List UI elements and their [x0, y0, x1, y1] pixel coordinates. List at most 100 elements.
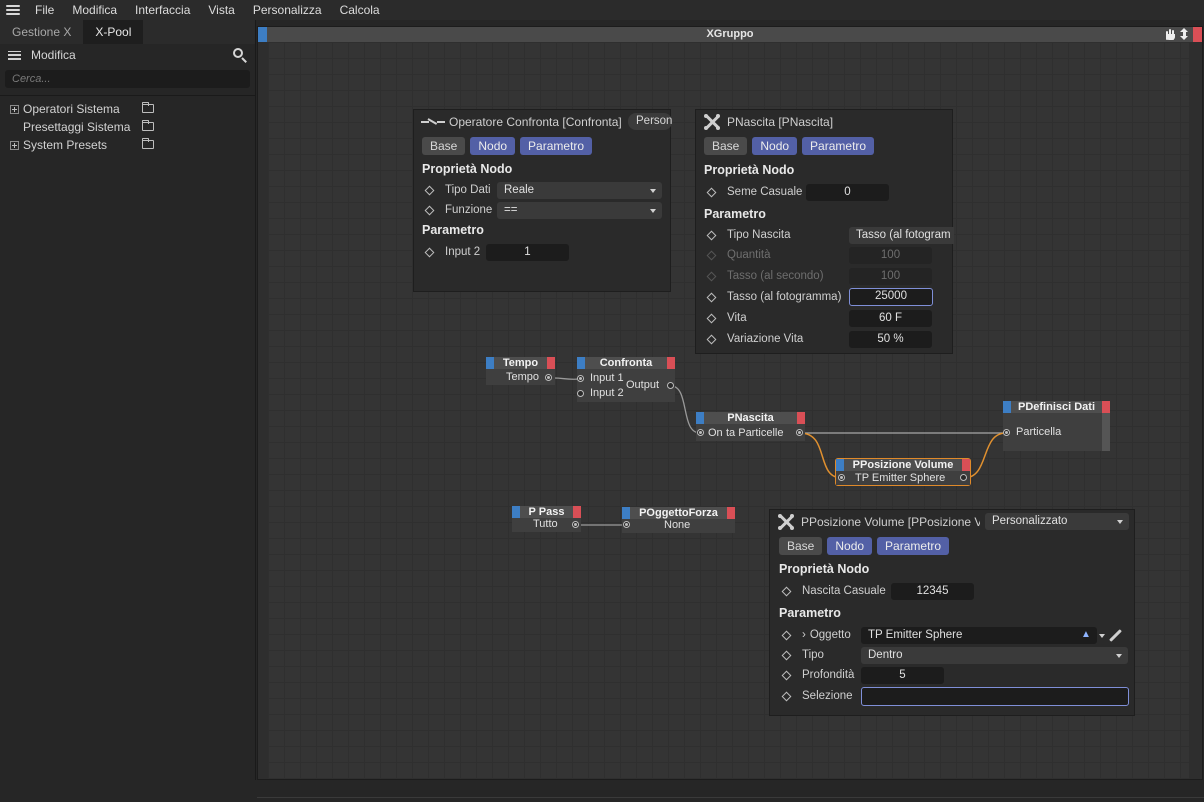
- keyframe-icon[interactable]: [706, 313, 717, 323]
- tipo-nascita-select[interactable]: Tasso (al fotogram: [849, 227, 954, 244]
- tab-base[interactable]: Base: [779, 537, 823, 555]
- menu-personalizza[interactable]: Personalizza: [244, 0, 331, 20]
- keyframe-icon: [706, 271, 717, 281]
- attribute-panel-pnascita: PNascita [PNascita] Base Nodo Parametro …: [695, 109, 954, 354]
- dropdown-arrow-icon[interactable]: [1099, 634, 1105, 638]
- node-title: Confronta: [599, 357, 653, 369]
- panel-menu-icon[interactable]: [8, 50, 21, 60]
- tab-base[interactable]: Base: [704, 137, 748, 155]
- vertical-scrollbar[interactable]: [1189, 42, 1202, 779]
- tipo-select[interactable]: Dentro: [861, 647, 1128, 664]
- input-2-field[interactable]: 1: [486, 244, 569, 261]
- tree-item-system-presets[interactable]: System Presets: [0, 136, 255, 154]
- expand-icon[interactable]: [10, 104, 19, 114]
- seme-casuale-field[interactable]: 0: [806, 184, 889, 201]
- search-input[interactable]: Cerca...: [5, 70, 250, 88]
- window-title-bar[interactable]: XGruppo: [258, 27, 1202, 42]
- menu-bar: File Modifica Interfaccia Vista Personal…: [0, 0, 1204, 20]
- port-label: None: [664, 519, 691, 531]
- tab-parametro[interactable]: Parametro: [802, 137, 875, 155]
- tab-nodo[interactable]: Nodo: [827, 537, 873, 555]
- folder-icon: [142, 102, 154, 113]
- keyframe-icon[interactable]: [706, 230, 717, 240]
- port-label: TP Emitter Sphere: [855, 472, 946, 484]
- modifica-menu[interactable]: Modifica: [31, 48, 76, 62]
- keyframe-icon[interactable]: [781, 630, 792, 640]
- selezione-field[interactable]: [861, 687, 1129, 706]
- row-quantita: Quantità: [706, 246, 770, 264]
- output-port[interactable]: [572, 521, 579, 528]
- port-label: ta Particelle: [726, 427, 784, 439]
- main-menu-icon[interactable]: [6, 5, 20, 15]
- input-port[interactable]: [577, 390, 584, 397]
- tree-item-label: Presettaggi Sistema: [23, 120, 131, 134]
- tree-item-presettaggi-sistema[interactable]: Presettaggi Sistema: [0, 118, 255, 136]
- move-icon[interactable]: [1180, 28, 1189, 40]
- output-port[interactable]: [796, 429, 803, 436]
- tree-item-operatori-sistema[interactable]: Operatori Sistema: [0, 100, 255, 118]
- keyframe-icon[interactable]: [706, 292, 717, 302]
- profondita-field[interactable]: 5: [861, 667, 944, 684]
- node-pdefinisci-dati[interactable]: PDefinisci Dati Particella: [1003, 401, 1110, 451]
- node-pposizione-volume[interactable]: PPosizione Volume TP Emitter Sphere: [835, 458, 971, 486]
- keyframe-icon[interactable]: [706, 187, 717, 197]
- tab-x-pool[interactable]: X-Pool: [83, 20, 144, 44]
- tab-parametro[interactable]: Parametro: [877, 537, 950, 555]
- vita-field[interactable]: 60 F: [849, 310, 932, 327]
- node-poggettoforza[interactable]: POggettoForza None: [622, 507, 735, 533]
- search-icon[interactable]: [232, 47, 248, 63]
- row-nascita-casuale: Nascita Casuale: [781, 582, 886, 600]
- keyframe-icon[interactable]: [781, 691, 792, 701]
- tab-parametro[interactable]: Parametro: [520, 137, 593, 155]
- input-port[interactable]: [577, 375, 584, 382]
- menu-vista[interactable]: Vista: [199, 0, 243, 20]
- expand-icon[interactable]: [10, 140, 19, 150]
- input-port[interactable]: [1003, 429, 1010, 436]
- tasso-fotogramma-field[interactable]: 25000: [849, 288, 933, 306]
- keyframe-icon[interactable]: [424, 185, 435, 195]
- tab-nodo[interactable]: Nodo: [752, 137, 798, 155]
- preset-tag[interactable]: Person: [628, 113, 672, 130]
- output-port[interactable]: [960, 474, 967, 481]
- node-title: P Pass: [528, 506, 565, 518]
- port-label: Tempo: [506, 371, 540, 383]
- tab-gestione-x[interactable]: Gestione X: [0, 20, 83, 44]
- section-proprieta-nodo: Proprietà Nodo: [779, 562, 870, 576]
- keyframe-icon[interactable]: [781, 586, 792, 596]
- node-confronta[interactable]: Confronta Input 1 Input 2 Output: [577, 357, 675, 402]
- row-input-2: Input 2: [424, 243, 480, 261]
- menu-interfaccia[interactable]: Interfaccia: [126, 0, 199, 20]
- menu-file[interactable]: File: [26, 0, 63, 20]
- keyframe-icon[interactable]: [424, 205, 435, 215]
- nascita-casuale-field[interactable]: 12345: [891, 583, 974, 600]
- tipo-dati-select[interactable]: Reale: [497, 182, 662, 199]
- row-selezione: Selezione: [781, 687, 853, 705]
- output-port[interactable]: [545, 374, 552, 381]
- funzione-select[interactable]: ==: [497, 202, 662, 219]
- window-title: XGruppo: [706, 28, 754, 40]
- node-pnascita[interactable]: PNascita On ta Particelle: [696, 412, 805, 441]
- oggetto-link-field[interactable]: TP Emitter Sphere: [861, 627, 1097, 644]
- node-p-pass[interactable]: P Pass Tutto: [512, 506, 581, 532]
- keyframe-icon[interactable]: [424, 247, 435, 257]
- panel-title: PNascita [PNascita]: [727, 115, 834, 129]
- hand-pan-icon[interactable]: [1165, 28, 1176, 40]
- menu-calcola[interactable]: Calcola: [331, 0, 389, 20]
- object-pick-icon[interactable]: ▲: [1081, 629, 1091, 640]
- output-port[interactable]: [667, 382, 674, 389]
- variazione-vita-field[interactable]: 50 %: [849, 331, 932, 348]
- chevron-right-icon[interactable]: ›: [802, 629, 806, 641]
- eyedropper-icon[interactable]: [1109, 629, 1122, 642]
- node-tempo[interactable]: Tempo Tempo: [486, 357, 555, 385]
- keyframe-icon[interactable]: [781, 670, 792, 680]
- tab-nodo[interactable]: Nodo: [470, 137, 516, 155]
- menu-modifica[interactable]: Modifica: [63, 0, 126, 20]
- keyframe-icon[interactable]: [781, 650, 792, 660]
- tab-base[interactable]: Base: [422, 137, 466, 155]
- keyframe-icon[interactable]: [706, 334, 717, 344]
- input-port[interactable]: [838, 474, 845, 481]
- input-port[interactable]: [697, 429, 704, 436]
- preset-select[interactable]: Personalizzato: [985, 513, 1129, 530]
- row-tipo-dati: Tipo Dati: [424, 181, 491, 199]
- input-port[interactable]: [623, 521, 630, 528]
